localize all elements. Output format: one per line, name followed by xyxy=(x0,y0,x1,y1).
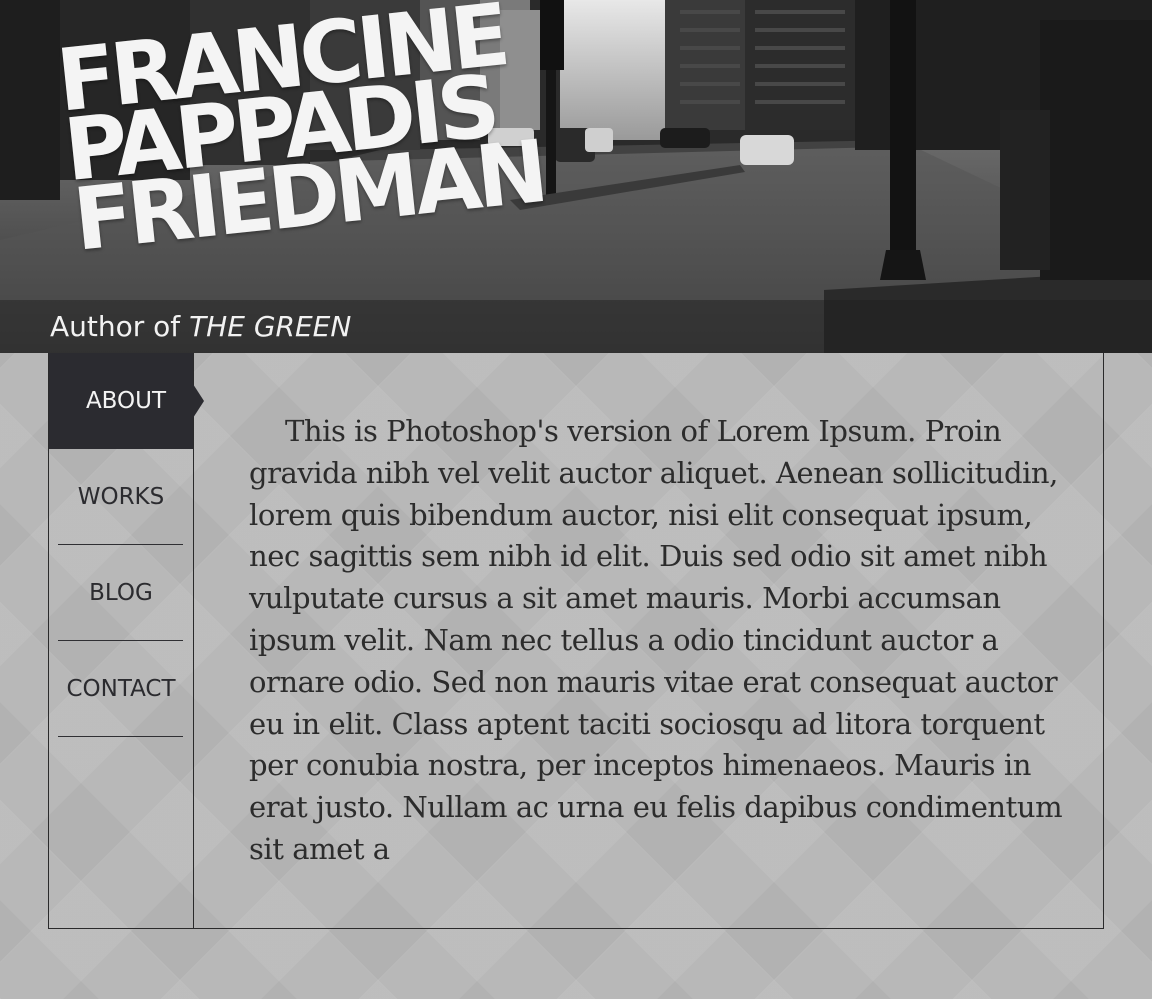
author-name-logo: FRANCINE PAPPADIS FRIEDMAN xyxy=(44,0,548,271)
nav-item-works[interactable]: WORKS xyxy=(49,449,193,545)
header-banner: FRANCINE PAPPADIS FRIEDMAN Author of THE… xyxy=(0,0,1152,353)
nav-item-about[interactable]: ABOUT xyxy=(49,353,204,449)
subtitle-prefix: Author of xyxy=(50,310,190,343)
nav-item-contact[interactable]: CONTACT xyxy=(49,641,193,737)
about-content: This is Photoshop's version of Lorem Ips… xyxy=(249,411,1069,871)
about-paragraph: This is Photoshop's version of Lorem Ips… xyxy=(249,414,1063,866)
nav-item-label: BLOG xyxy=(89,580,153,606)
nav-item-label: WORKS xyxy=(77,484,165,510)
nav-item-blog[interactable]: BLOG xyxy=(49,545,193,641)
nav-item-label: CONTACT xyxy=(66,676,176,702)
content-panel: ABOUT WORKS BLOG CONTACT This is Photosh… xyxy=(48,353,1104,929)
nav-item-label: ABOUT xyxy=(85,388,167,414)
sidebar-nav: ABOUT WORKS BLOG CONTACT xyxy=(49,353,204,928)
book-title-link[interactable]: THE GREEN xyxy=(189,310,351,343)
subtitle: Author of THE GREEN xyxy=(50,310,351,343)
